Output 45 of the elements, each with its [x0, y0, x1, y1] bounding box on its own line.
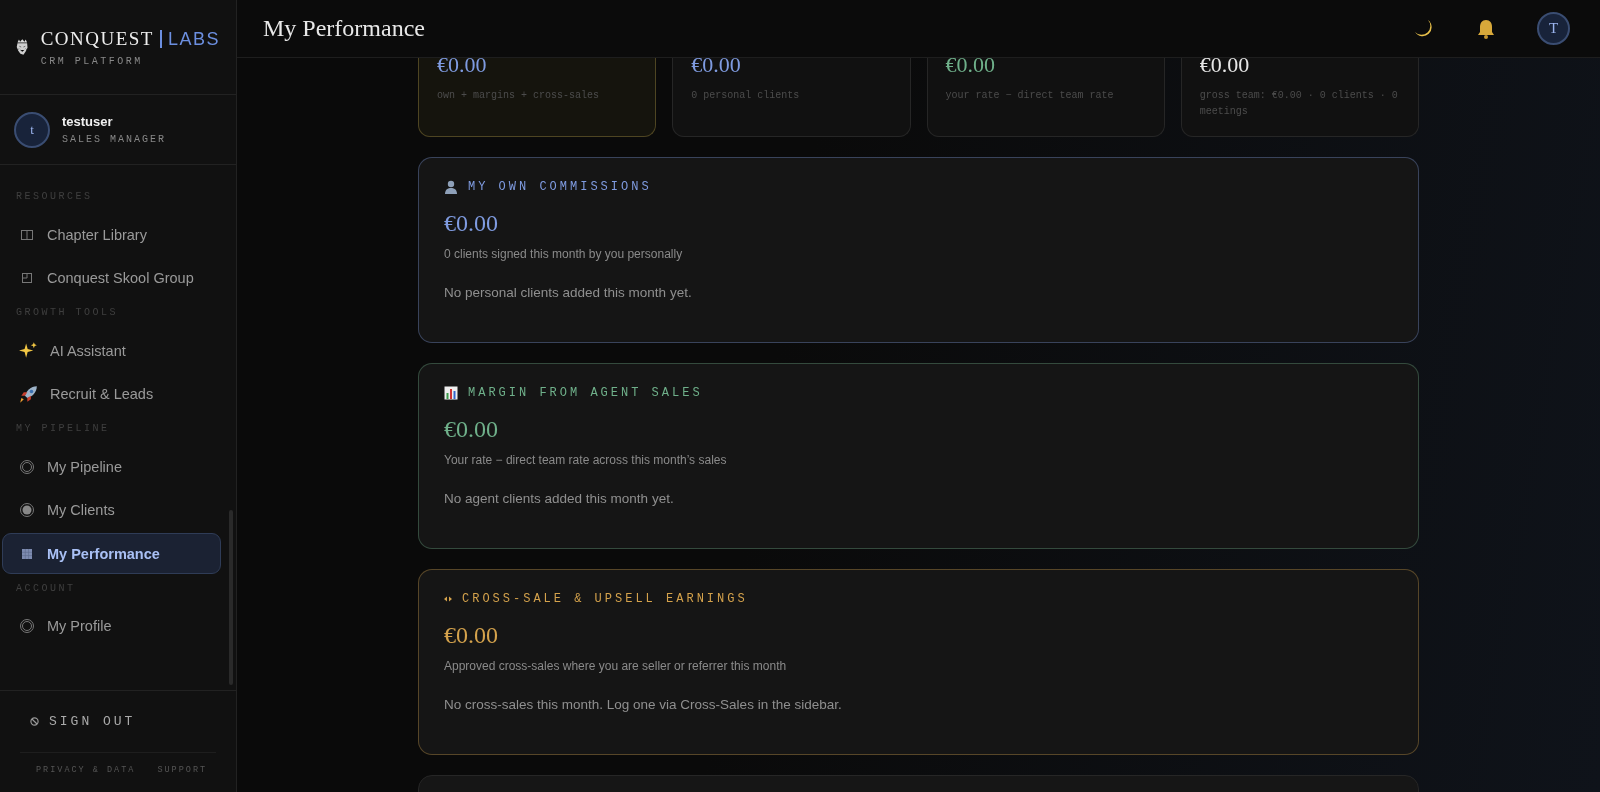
double-arrow-icon	[444, 596, 452, 602]
radio-dot-icon	[19, 502, 35, 518]
nav-item[interactable]: Conquest Skool Group	[2, 257, 221, 299]
section-title: CROSS-SALE & UPSELL EARNINGS	[462, 592, 748, 606]
summary-amount: €0.00	[437, 58, 488, 76]
nav-item[interactable]: My Clients	[2, 489, 221, 531]
ring-icon	[19, 618, 35, 634]
user-role: SALES MANAGER	[62, 134, 166, 145]
brand-tagline: CRM PLATFORM	[40, 55, 144, 67]
bar-chart-icon	[444, 386, 458, 400]
page-title: My Performance	[263, 15, 426, 42]
bell-icon	[1475, 17, 1497, 40]
nav-item[interactable]: My Performance	[2, 533, 221, 574]
prohibited-icon	[30, 717, 39, 726]
section-subtitle: Your rate − direct team rate across this month’s sales	[444, 453, 728, 467]
nav-item[interactable]: AI Assistant	[2, 330, 221, 371]
square-icon	[19, 270, 35, 286]
summary-amount: €0.00	[945, 58, 996, 76]
section-amount: €0.00	[444, 622, 499, 649]
section-subtitle: Approved cross-sales where you are seller or referrer this month	[444, 659, 788, 673]
rocket-icon	[19, 384, 38, 404]
ring-icon	[19, 458, 35, 475]
section-amount: €0.00	[444, 416, 499, 443]
user-avatar: t	[14, 111, 50, 148]
empty-state-text: No cross-sales this month. Log one via Cross-Sales in the sidebar.	[444, 697, 843, 712]
summary-amount: €0.00	[691, 58, 742, 76]
nav-item[interactable]: Recruit & Leads	[2, 373, 221, 415]
person-icon	[444, 180, 458, 194]
profile-avatar[interactable]: T	[1537, 12, 1570, 45]
brand-name: CONQUEST	[40, 27, 154, 50]
section-amount: €0.00	[444, 210, 499, 237]
summary-note: own + margins + cross-sales	[437, 89, 601, 103]
section-title: MY OWN COMMISSIONS	[468, 180, 652, 194]
nav-item[interactable]: My Profile	[2, 605, 221, 647]
section-subtitle: 0 clients signed this month by you personally	[444, 247, 684, 261]
notifications-button[interactable]	[1475, 17, 1497, 40]
nav-item[interactable]: Chapter Library	[2, 214, 221, 255]
nav-item[interactable]: My Pipeline	[2, 446, 221, 487]
sign-out-button[interactable]: SIGN OUT	[20, 691, 216, 753]
summary-amount: €0.00	[1199, 58, 1251, 76]
empty-state-text: No agent clients added this month yet.	[444, 491, 675, 506]
user-name: testuser	[62, 114, 114, 129]
section-title: MARGIN FROM AGENT SALES	[468, 386, 703, 400]
brand-suffix: LABS	[167, 28, 220, 50]
empty-state-text: No personal clients added this month yet.	[444, 285, 693, 300]
